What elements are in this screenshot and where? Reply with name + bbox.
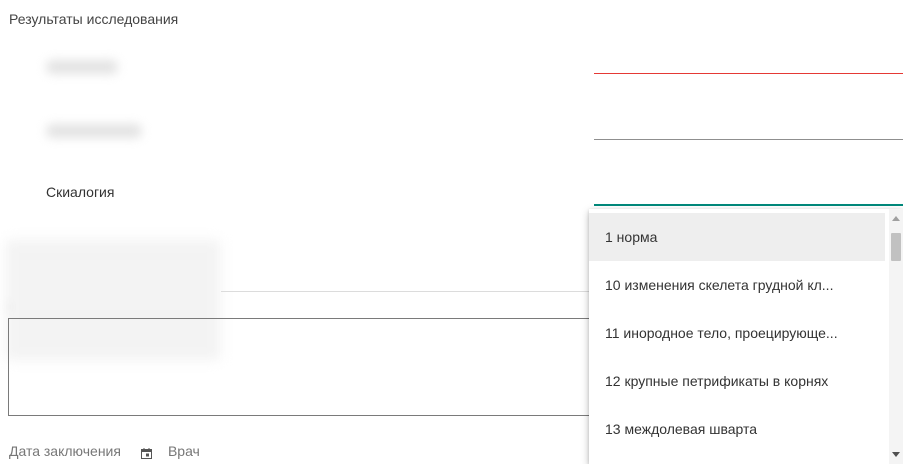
divider bbox=[221, 291, 601, 292]
scroll-up-arrow-icon[interactable] bbox=[892, 216, 900, 221]
scroll-thumb[interactable] bbox=[891, 233, 901, 261]
dropdown-option[interactable]: 12 крупные петрификаты в корнях bbox=[589, 357, 885, 405]
blurred-field-label-2 bbox=[46, 124, 142, 138]
section-title: Результаты исследования bbox=[9, 11, 179, 27]
dropdown-scrollbar[interactable] bbox=[889, 209, 903, 464]
skiology-dropdown: 1 норма 10 изменения скелета грудной кл.… bbox=[589, 209, 903, 464]
calendar-icon[interactable] bbox=[140, 446, 152, 459]
footer: Дата заключения Врач bbox=[9, 443, 200, 459]
field-2-underline[interactable] bbox=[594, 139, 903, 140]
dropdown-option[interactable]: 1 норма bbox=[589, 213, 885, 261]
scroll-down-arrow-icon[interactable] bbox=[892, 452, 900, 457]
blurred-field-label-1 bbox=[46, 60, 118, 74]
skiology-label: Скиалогия bbox=[46, 184, 115, 200]
conclusion-date-label: Дата заключения bbox=[9, 443, 121, 459]
doctor-label: Врач bbox=[167, 443, 200, 459]
conclusion-textarea[interactable] bbox=[8, 318, 608, 416]
dropdown-option[interactable]: 11 инородное тело, проецирующе... bbox=[589, 309, 885, 357]
dropdown-option[interactable]: 13 междолевая шварта bbox=[589, 405, 885, 453]
field-1-underline[interactable] bbox=[594, 73, 903, 74]
skiology-select-underline[interactable] bbox=[594, 204, 903, 206]
dropdown-option[interactable]: 10 изменения скелета грудной кл... bbox=[589, 261, 885, 309]
